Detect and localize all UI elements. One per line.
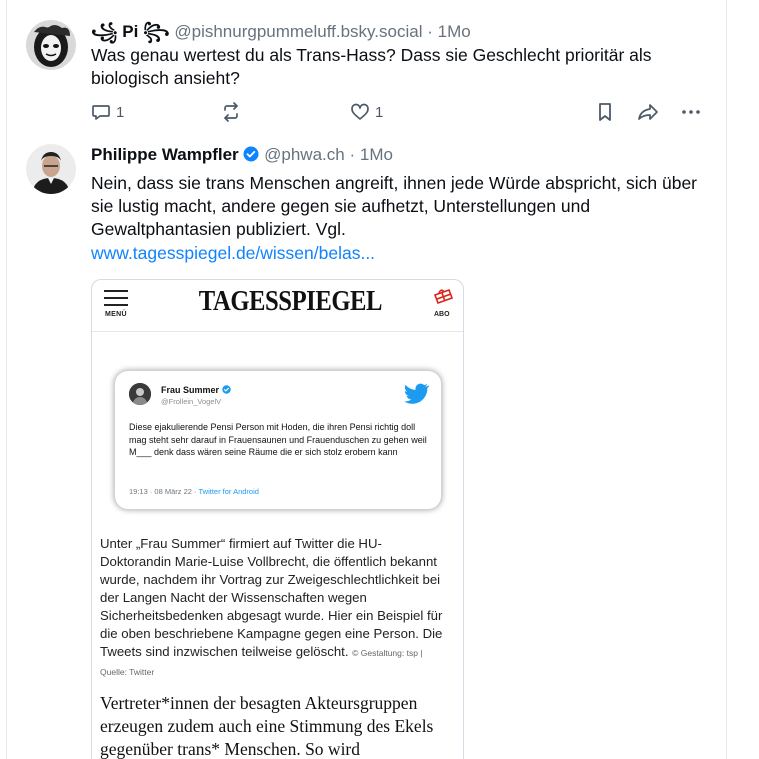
menu-label: MENÜ bbox=[105, 311, 127, 318]
thread-border-right bbox=[726, 0, 727, 759]
abo-label: ABO bbox=[434, 311, 450, 318]
user-handle[interactable]: @pishnurgpummeluff.bsky.social bbox=[174, 22, 422, 41]
display-name[interactable]: ꧁ Pi ꧂ bbox=[91, 22, 170, 41]
like-icon bbox=[350, 102, 370, 122]
tagesspiegel-logo: TAGESSPIEGEL bbox=[198, 286, 383, 317]
tweet-author-handle: @Frollein_VogelV bbox=[161, 397, 222, 406]
tweet-author-name: Frau Summer bbox=[161, 385, 231, 396]
reply-icon bbox=[91, 102, 111, 122]
post-time[interactable]: 1Mo bbox=[360, 145, 393, 164]
separator: · bbox=[349, 145, 356, 164]
tagesspiegel-header: MENÜ TAGESSPIEGEL ABO bbox=[92, 280, 463, 332]
repost-button[interactable] bbox=[220, 102, 247, 122]
share-button[interactable] bbox=[637, 102, 659, 122]
user-handle[interactable]: @phwa.ch bbox=[264, 145, 345, 164]
post-actions: 1 1 bbox=[91, 102, 711, 126]
avatar bbox=[129, 383, 151, 405]
gift-icon bbox=[432, 286, 456, 313]
post-time[interactable]: 1Mo bbox=[438, 22, 471, 41]
share-icon bbox=[637, 102, 659, 122]
embedded-tweet-card: Frau Summer @Frollein_VogelV Diese ejaku… bbox=[114, 370, 442, 510]
article-link[interactable]: www.tagesspiegel.de/wissen/belas... bbox=[91, 243, 375, 264]
verified-badge-icon bbox=[243, 146, 259, 167]
thread-border-left bbox=[6, 0, 7, 759]
more-options-button[interactable] bbox=[680, 102, 702, 122]
image-caption: Unter „Frau Summer“ firmiert auf Twitter… bbox=[100, 536, 443, 677]
tweet-meta: 19:13 · 08 März 22 · Twitter for Android bbox=[129, 487, 259, 496]
avatar[interactable] bbox=[26, 144, 76, 194]
embedded-image[interactable]: MENÜ TAGESSPIEGEL ABO Frau Summer @Froll… bbox=[91, 279, 464, 759]
like-count: 1 bbox=[375, 103, 384, 121]
avatar[interactable] bbox=[26, 20, 76, 70]
post-text: Was genau wertest du als Trans-Hass? Das… bbox=[91, 45, 652, 88]
article-paragraph: Vertreter*innen der besagten Akteursgrup… bbox=[100, 693, 434, 759]
more-icon bbox=[680, 102, 702, 122]
reply-count: 1 bbox=[116, 103, 125, 121]
verified-badge-icon bbox=[221, 385, 231, 396]
bookmark-button[interactable] bbox=[596, 102, 614, 122]
like-button[interactable]: 1 bbox=[350, 102, 383, 122]
tweet-text: Diese ejakulierende Pensi Person mit Hod… bbox=[129, 422, 427, 457]
repost-icon bbox=[220, 102, 242, 122]
hamburger-icon bbox=[104, 290, 132, 311]
display-name[interactable]: Philippe Wampfler bbox=[91, 145, 239, 164]
reply-button[interactable]: 1 bbox=[91, 102, 124, 122]
bookmark-icon bbox=[596, 102, 614, 122]
twitter-bird-icon bbox=[403, 383, 431, 410]
post-header: Philippe Wampfler @phwa.ch · 1Mo bbox=[91, 145, 393, 167]
separator: · bbox=[427, 22, 433, 41]
post-text: Nein, dass sie trans Menschen angreift, … bbox=[91, 173, 698, 239]
